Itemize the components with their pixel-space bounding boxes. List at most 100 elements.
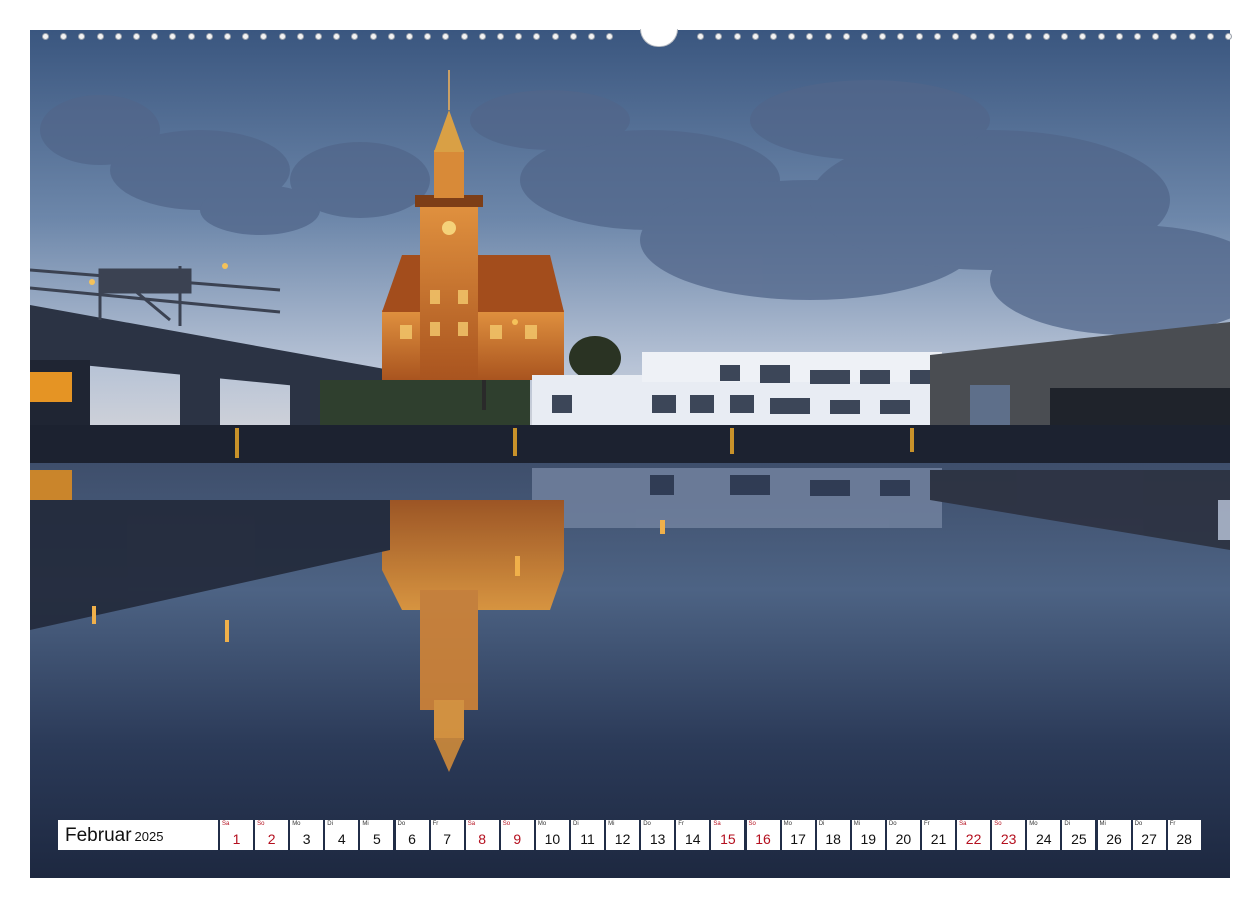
day-number: 8 — [478, 831, 487, 847]
day-cell: Fr 14 — [676, 820, 710, 850]
binding-hole-icon — [879, 33, 887, 40]
weekday-label: Mo — [1029, 821, 1038, 827]
binding-hole-icon — [897, 33, 905, 40]
weekday-label: Di — [1064, 821, 1071, 827]
day-cell: Sa 22 — [957, 820, 991, 850]
binding-hole-icon — [424, 33, 432, 40]
binding-hole-icon — [606, 33, 614, 40]
day-cell: Mi 5 — [360, 820, 394, 850]
year-label: 2025 — [134, 829, 164, 844]
binding-hole-icon — [970, 33, 978, 40]
binding-hole-icon — [114, 33, 122, 40]
day-cell: Mi 26 — [1097, 820, 1131, 850]
weekday-label: Do — [888, 821, 897, 827]
binding-hole-icon — [1079, 33, 1087, 40]
weekday-label: So — [748, 821, 756, 827]
binding-hole-icon — [460, 33, 468, 40]
binding-hole-icon — [1024, 33, 1032, 40]
day-number: 14 — [685, 831, 701, 847]
weekday-label: Sa — [713, 821, 721, 827]
day-cell: Fr 28 — [1167, 820, 1201, 850]
binding-hole-icon — [915, 33, 923, 40]
day-cell: Do 13 — [641, 820, 675, 850]
day-cell: Di 11 — [571, 820, 604, 850]
day-number: 28 — [1176, 831, 1192, 847]
binding-hole-icon — [296, 33, 304, 40]
binding-hole-icon — [933, 33, 941, 40]
weekday-label: Fr — [432, 821, 439, 827]
weekday-label: Di — [573, 821, 579, 827]
day-cell: Fr 7 — [430, 820, 464, 850]
day-cell: Mo 10 — [535, 820, 569, 850]
weekday-label: Mo — [783, 821, 792, 827]
binding-hole-icon — [788, 33, 796, 40]
binding-hole-icon — [1206, 33, 1214, 40]
binding-hole-icon — [42, 33, 49, 40]
day-cell: Fr 21 — [922, 820, 955, 850]
day-number: 24 — [1036, 831, 1052, 847]
day-number: 10 — [544, 831, 561, 847]
binding-hole-icon — [824, 33, 832, 40]
binding-hole-icon — [442, 33, 450, 40]
day-cell: So 16 — [746, 820, 780, 850]
month-label: Februar 2025 — [58, 820, 218, 850]
binding-hole-icon — [78, 33, 86, 40]
calendar-page: Februar 2025 Sa 1 So 2 Mo 3 Di 4 Mi 5 Do 6 Fr 7 Sa 8 So 9 M… — [0, 0, 1260, 908]
day-number: 18 — [825, 831, 841, 847]
day-number: 7 — [443, 831, 451, 847]
binding-hole-icon — [351, 33, 359, 40]
weekday-label: So — [502, 821, 511, 827]
binding-hole-icon — [315, 33, 322, 40]
binding-hole-icon — [1170, 33, 1178, 40]
binding-hole-icon — [169, 33, 177, 40]
day-number: 27 — [1141, 831, 1157, 847]
binding-hole-icon — [715, 33, 723, 40]
day-number: 2 — [267, 831, 276, 847]
weekday-label: Do — [1134, 821, 1143, 827]
weekday-label: Mi — [853, 821, 861, 827]
day-number: 20 — [895, 831, 912, 847]
day-cell: Di 18 — [816, 820, 850, 850]
weekday-label: Fr — [678, 821, 684, 827]
binding-hole-icon — [1061, 33, 1069, 40]
binding-hole-icon — [806, 33, 814, 40]
binding-hole-icon — [533, 33, 541, 40]
binding-hole-icon — [151, 33, 159, 40]
day-cell: So 9 — [500, 820, 534, 850]
binding-hole-icon — [1134, 33, 1141, 40]
day-number: 9 — [513, 831, 522, 847]
binding-hole-icon — [1043, 33, 1050, 40]
day-number: 13 — [649, 831, 666, 847]
binding-hole-icon — [733, 33, 741, 40]
binding-hole-icon — [1115, 33, 1123, 40]
weekday-label: Sa — [467, 821, 476, 827]
binding-hole-icon — [369, 33, 377, 40]
month-name: Februar — [65, 825, 132, 846]
binding-hole-icon — [187, 33, 195, 40]
quay-wall — [30, 425, 1230, 463]
binding-hole-icon — [333, 33, 341, 40]
day-cell: Sa 1 — [220, 820, 253, 850]
day-cell: Sa 8 — [465, 820, 499, 850]
weekday-label: Mi — [1099, 821, 1106, 827]
weekday-label: Di — [327, 821, 333, 827]
binding-hole-icon — [406, 33, 413, 40]
binding-hole-icon — [842, 33, 850, 40]
day-number: 12 — [614, 831, 631, 847]
binding-hole-icon — [1188, 33, 1196, 40]
binding-hole-icon — [952, 33, 959, 40]
weekday-label: Sa — [959, 821, 967, 827]
weekday-label: So — [994, 821, 1002, 827]
day-number: 26 — [1106, 831, 1122, 847]
calendar-photo — [30, 30, 1230, 878]
day-number: 1 — [232, 831, 241, 847]
binding-hole-icon — [224, 33, 231, 40]
harbour-photo-illustration — [30, 30, 1230, 878]
day-cell: Mi 19 — [851, 820, 885, 850]
weekday-label: Do — [397, 821, 406, 827]
day-number: 19 — [860, 831, 877, 847]
day-number: 15 — [720, 831, 736, 847]
day-number: 22 — [965, 831, 982, 847]
day-cell: Mo 24 — [1027, 820, 1061, 850]
day-cell: So 23 — [992, 820, 1026, 850]
